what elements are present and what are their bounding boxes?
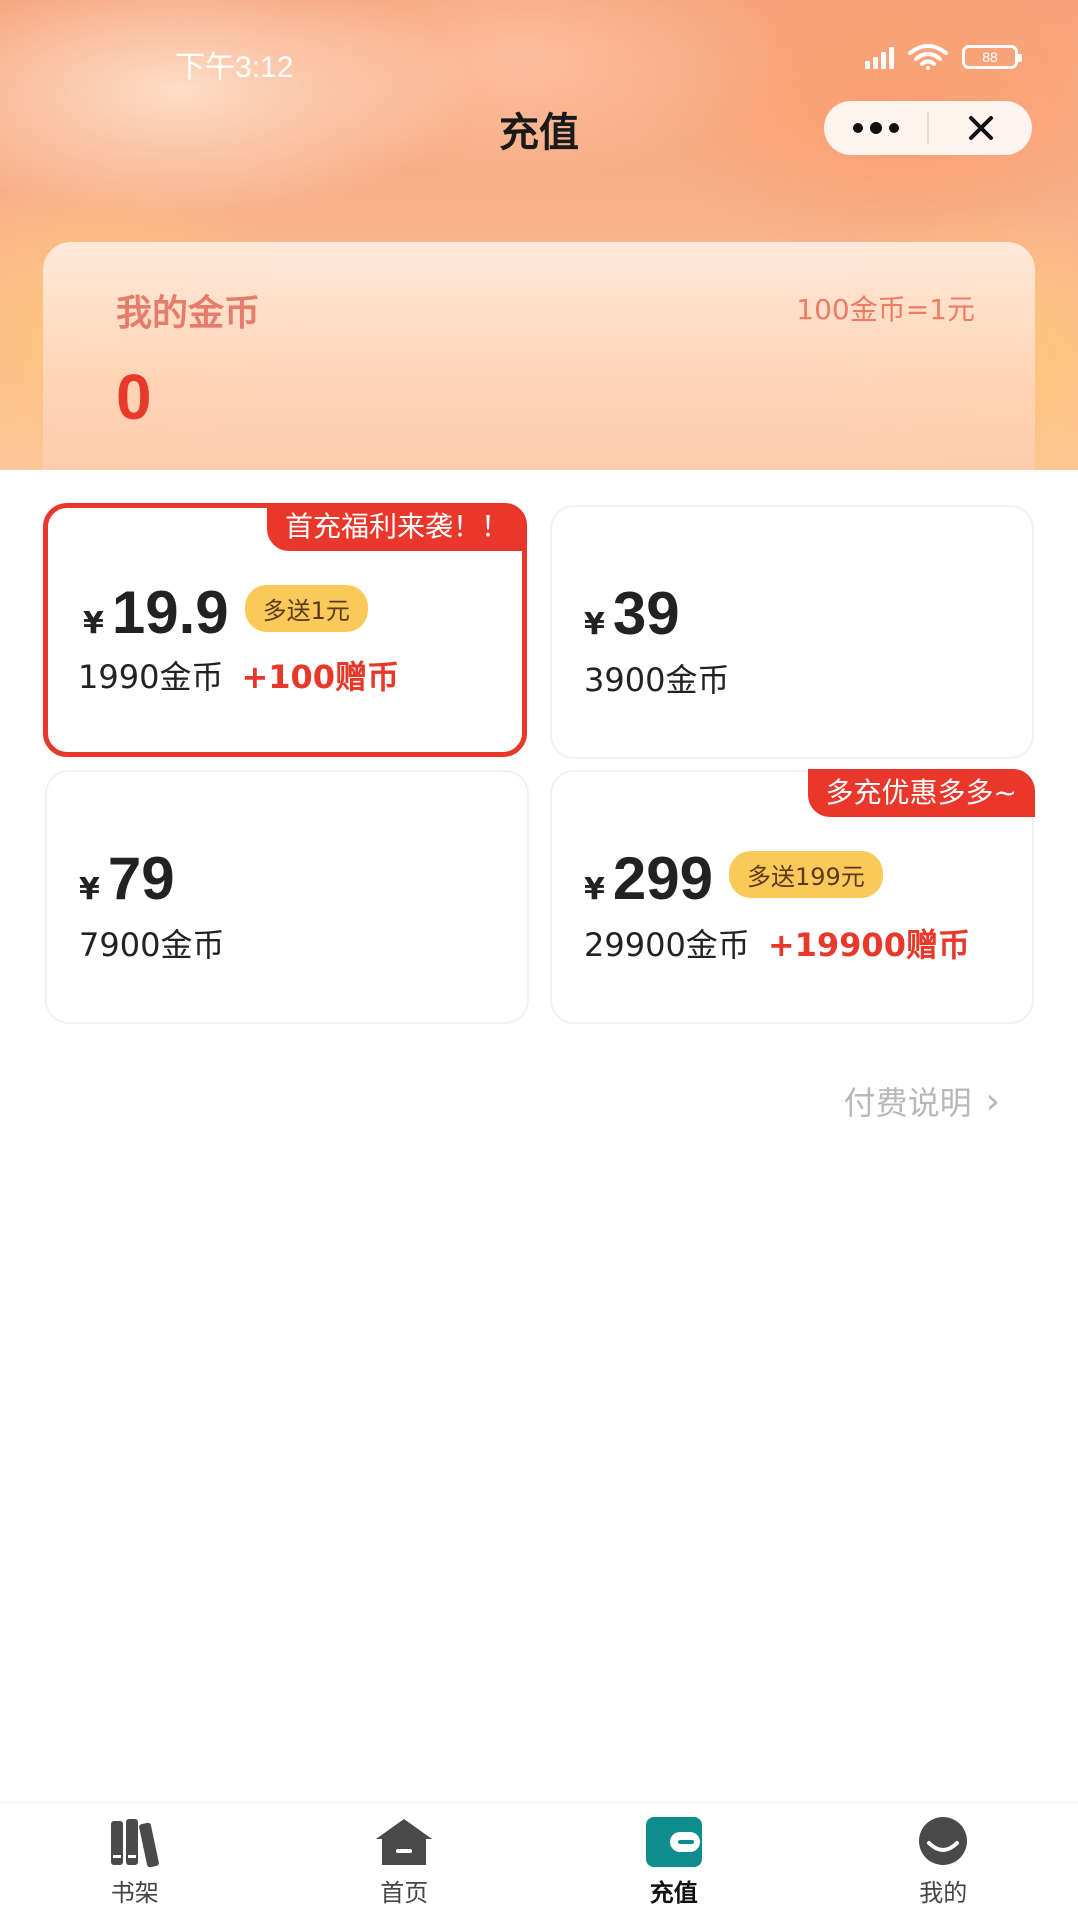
tab-home[interactable]: 首页 bbox=[270, 1803, 540, 1918]
tab-label: 书架 bbox=[110, 1879, 159, 1907]
option-price: 39 bbox=[612, 580, 680, 647]
tab-label: 充值 bbox=[649, 1879, 698, 1907]
currency-symbol: ¥ bbox=[584, 607, 605, 642]
option-gift-coins: +100赠币 bbox=[241, 658, 400, 696]
price-row: ¥ 39 bbox=[584, 579, 680, 648]
status-icons: 88 bbox=[865, 44, 1022, 70]
tab-label: 我的 bbox=[919, 1879, 968, 1907]
payment-info-link[interactable]: 付费说明 › bbox=[844, 1078, 1000, 1124]
miniprogram-capsule bbox=[824, 101, 1032, 155]
recharge-option-79[interactable]: ¥ 79 7900金币 bbox=[45, 770, 529, 1024]
currency-symbol: ¥ bbox=[83, 606, 104, 641]
signal-icon bbox=[865, 45, 894, 69]
currency-symbol: ¥ bbox=[584, 872, 605, 907]
recharge-option-299[interactable]: 多充优惠多多~ ¥ 299 多送199元 29900金币 +19900赠币 bbox=[550, 769, 1035, 1024]
coin-balance: 0 bbox=[116, 361, 152, 433]
dot-icon bbox=[888, 123, 899, 133]
dot-icon bbox=[852, 123, 863, 133]
option-ribbon: 多充优惠多多~ bbox=[807, 769, 1035, 817]
tab-bookshelf[interactable]: 书架 bbox=[0, 1803, 270, 1918]
chevron-right-icon: › bbox=[985, 1080, 1000, 1122]
price-row: ¥ 299 多送199元 bbox=[584, 844, 883, 913]
wallet-icon bbox=[645, 1817, 702, 1867]
coins-row: 7900金币 bbox=[79, 920, 224, 966]
profile-icon bbox=[919, 1817, 968, 1865]
tab-profile[interactable]: 我的 bbox=[809, 1803, 1078, 1918]
dot-icon bbox=[869, 122, 882, 134]
currency-symbol: ¥ bbox=[79, 872, 100, 907]
option-ribbon: 首充福利来袭！！ bbox=[266, 503, 527, 551]
status-bar: 下午3:12 88 bbox=[0, 38, 1078, 84]
bonus-tag: 多送199元 bbox=[728, 851, 883, 898]
price-row: ¥ 79 bbox=[79, 844, 175, 913]
battery-level: 88 bbox=[982, 49, 998, 65]
coin-rate: 100金币=1元 bbox=[796, 293, 975, 326]
bonus-tag: 多送1元 bbox=[244, 585, 368, 632]
close-button[interactable] bbox=[929, 101, 1032, 155]
option-coins: 1990金币 bbox=[78, 658, 224, 696]
coins-row: 1990金币 +100赠币 bbox=[78, 652, 399, 698]
coins-row: 29900金币 +19900赠币 bbox=[584, 920, 970, 966]
tab-recharge[interactable]: 充值 bbox=[539, 1803, 809, 1918]
status-time: 下午3:12 bbox=[175, 51, 294, 84]
option-coins: 29900金币 bbox=[584, 926, 750, 964]
coin-balance-card: 我的金币 100金币=1元 0 bbox=[43, 242, 1035, 470]
price-row: ¥ 19.9 多送1元 bbox=[83, 578, 368, 647]
more-button[interactable] bbox=[824, 101, 927, 155]
close-icon bbox=[968, 116, 993, 140]
coins-row: 3900金币 bbox=[584, 655, 729, 701]
payment-info-label: 付费说明 bbox=[843, 1084, 972, 1122]
recharge-option-39[interactable]: ¥ 39 3900金币 bbox=[550, 505, 1034, 759]
home-icon bbox=[376, 1819, 433, 1865]
option-price: 19.9 bbox=[111, 579, 229, 646]
option-gift-coins: +19900赠币 bbox=[767, 926, 970, 964]
bookshelf-icon bbox=[110, 1819, 159, 1868]
bottom-tab-bar: 书架 首页 充值 我的 bbox=[0, 1802, 1078, 1918]
recharge-option-19-9[interactable]: 首充福利来袭！！ ¥ 19.9 多送1元 1990金币 +100赠币 bbox=[43, 503, 527, 757]
option-price: 79 bbox=[107, 845, 175, 912]
tab-label: 首页 bbox=[380, 1879, 429, 1907]
wifi-icon bbox=[908, 44, 948, 70]
option-coins: 3900金币 bbox=[584, 661, 730, 699]
coin-label: 我的金币 bbox=[116, 293, 261, 334]
option-price: 299 bbox=[612, 845, 713, 912]
option-coins: 7900金币 bbox=[79, 926, 225, 964]
battery-icon: 88 bbox=[962, 45, 1022, 69]
